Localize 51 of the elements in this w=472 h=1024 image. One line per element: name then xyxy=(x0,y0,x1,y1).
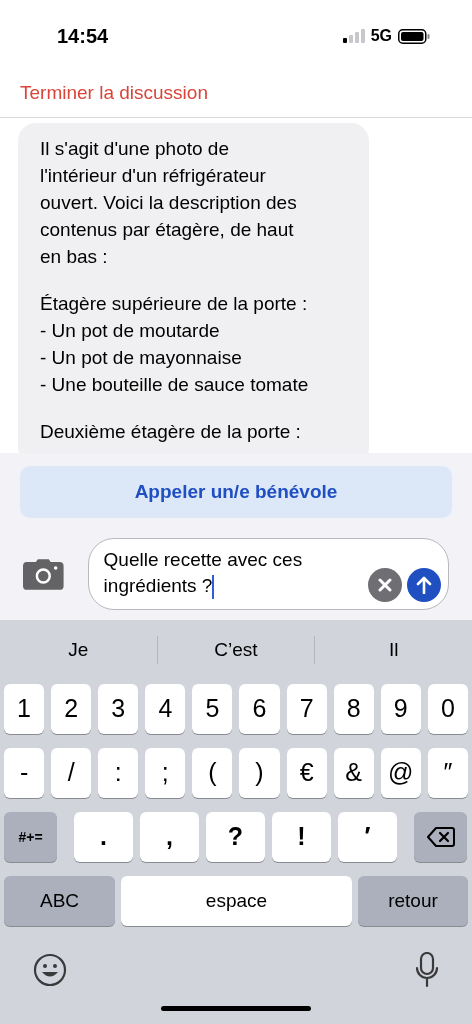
call-volunteer-button[interactable]: Appeler un/e bénévole xyxy=(20,466,452,518)
keyboard-key[interactable]: 7 xyxy=(286,684,327,734)
symbols-key[interactable]: #+= xyxy=(4,812,57,862)
keyboard-key[interactable]: , xyxy=(140,812,199,862)
backspace-icon xyxy=(426,827,455,847)
keyboard-key[interactable]: 3 xyxy=(98,684,139,734)
keyboard-key[interactable]: 0 xyxy=(427,684,468,734)
message-text: Il s'agit d'une photo de l'intérieur d'un réfrigérateur ouvert. Voici la description des contenus par étagère, de haut en bas : xyxy=(40,137,298,269)
suggestion[interactable]: Je xyxy=(68,635,89,665)
status-time: 14:54 xyxy=(57,24,109,49)
arrow-up-icon xyxy=(416,576,432,594)
keyboard-key[interactable]: 2 xyxy=(51,684,92,734)
keyboard-key[interactable]: ! xyxy=(272,812,331,862)
suggestion[interactable]: Il xyxy=(388,635,399,665)
keyboard-key[interactable]: ( xyxy=(192,748,233,798)
keyboard-key[interactable]: - xyxy=(4,748,45,798)
keyboard-key[interactable]: 4 xyxy=(145,684,186,734)
keyboard-key[interactable]: / xyxy=(51,748,92,798)
keyboard-key[interactable]: ? xyxy=(206,812,265,862)
keyboard-key[interactable]: 8 xyxy=(333,684,374,734)
message-text: Deuxième étagère de la porte : xyxy=(40,420,302,444)
keyboard-key[interactable]: € xyxy=(286,748,327,798)
clear-button[interactable] xyxy=(368,568,402,602)
camera-icon[interactable] xyxy=(23,558,64,590)
end-discussion-button[interactable]: Terminer la discussion xyxy=(20,79,208,108)
keyboard-key[interactable]: ′ xyxy=(338,812,397,862)
keyboard-key[interactable]: 9 xyxy=(380,684,421,734)
keyboard-key[interactable]: . xyxy=(74,812,133,862)
keyboard-key[interactable]: ″ xyxy=(427,748,468,798)
battery-icon xyxy=(398,28,430,44)
close-icon xyxy=(378,578,392,592)
network-label: 5G xyxy=(370,26,392,46)
send-button[interactable] xyxy=(407,568,441,602)
keyboard-key[interactable]: 6 xyxy=(239,684,280,734)
space-key[interactable]: espace xyxy=(121,876,352,926)
return-key[interactable]: retour xyxy=(358,876,468,926)
signal-icon xyxy=(342,29,365,43)
keyboard-key[interactable]: ) xyxy=(239,748,280,798)
emoji-icon[interactable] xyxy=(33,953,67,987)
suggestion[interactable]: C’est xyxy=(214,635,258,665)
keyboard-key[interactable]: 5 xyxy=(192,684,233,734)
abc-key[interactable]: ABC xyxy=(4,876,115,926)
keyboard-key[interactable]: & xyxy=(333,748,374,798)
message-text: Étagère supérieure de la porte : - Un pot de moutarde - Un pot de mayonnaise - Une bouteille de sauce tomate xyxy=(40,292,310,397)
keyboard-key[interactable]: : xyxy=(98,748,139,798)
keyboard-key[interactable]: @ xyxy=(380,748,421,798)
delete-key[interactable] xyxy=(414,812,467,862)
microphone-icon[interactable] xyxy=(415,952,439,988)
keyboard-key[interactable]: ; xyxy=(145,748,186,798)
keyboard-key[interactable]: 1 xyxy=(4,684,45,734)
message-input-field[interactable]: Quelle recette avec ces ingrédients ? xyxy=(87,538,449,610)
